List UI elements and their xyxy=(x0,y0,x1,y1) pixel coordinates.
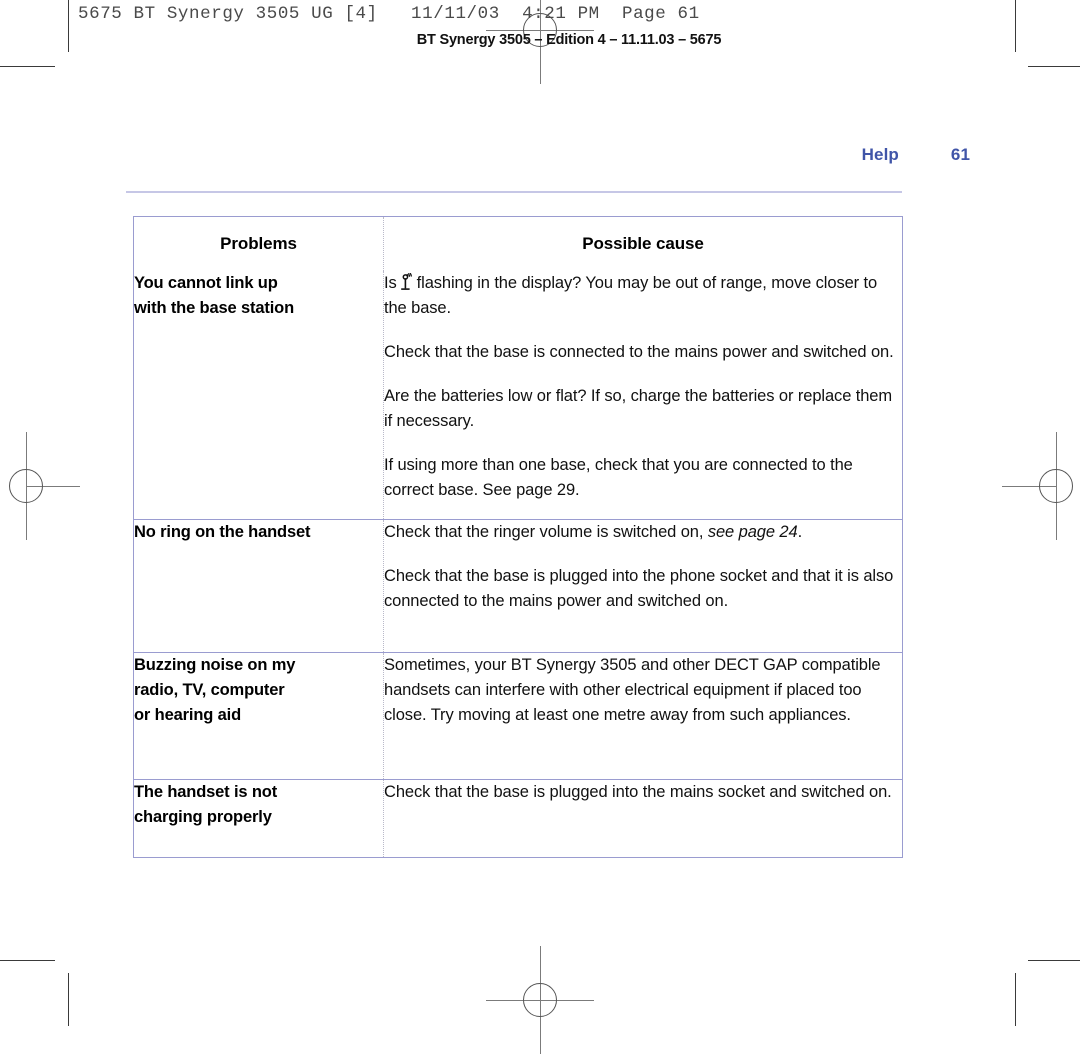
cause-paragraph: Check that the base is plugged into the … xyxy=(384,566,894,610)
cause-text-before-icon: Is xyxy=(384,274,397,292)
cause-text: Is flashing in the display? You may be ou… xyxy=(384,271,902,503)
edition-line: BT Synergy 3505 – Edition 4 – 11.11.03 –… xyxy=(416,32,722,48)
table-header-possible-cause-label: Possible cause xyxy=(582,234,704,253)
cause-paragraph: Check that the base is connected to the … xyxy=(384,343,894,361)
page-number: 61 xyxy=(950,145,970,164)
problem-line: with the base station xyxy=(134,299,295,317)
problem-cell: You cannot link up with the base station xyxy=(134,271,384,519)
problem-line: charging properly xyxy=(134,807,272,826)
problem-line: Buzzing noise on my xyxy=(134,655,296,674)
problem-label: The handset is not charging properly xyxy=(134,780,383,830)
troubleshooting-table: Problems Possible cause You cannot link … xyxy=(133,216,903,858)
crop-mark-bottom-left-horizontal xyxy=(0,960,55,961)
problem-line: The handset is not xyxy=(134,782,278,801)
edition-line-wrapper: BT Synergy 3505 – Edition 4 – 11.11.03 –… xyxy=(0,32,1080,48)
cause-paragraph: Check that the ringer volume is switched… xyxy=(384,520,902,545)
cause-text: Sometimes, your BT Synergy 3505 and othe… xyxy=(384,653,902,728)
problem-line: or hearing aid xyxy=(134,705,242,724)
table-header-possible-cause: Possible cause xyxy=(383,216,903,271)
cause-cell: Is flashing in the display? You may be ou… xyxy=(383,271,903,519)
cause-paragraph: Are the batteries low or flat? If so, ch… xyxy=(384,387,893,430)
cause-text: Check that the ringer volume is switched… xyxy=(384,520,902,614)
problem-cell: The handset is not charging properly xyxy=(133,778,384,857)
problem-line: radio, TV, computer xyxy=(134,680,285,699)
running-head-label: Help xyxy=(861,145,899,164)
table-row: The handset is not charging properly Che… xyxy=(133,778,903,857)
crop-mark-bottom-right-horizontal xyxy=(1028,960,1080,961)
problem-label: No ring on the handset xyxy=(134,520,383,545)
table-row: You cannot link up with the base station… xyxy=(134,271,903,519)
cause-text-tail: . xyxy=(797,522,803,541)
table-header-problems: Problems xyxy=(134,217,384,272)
crop-mark-top-left-horizontal xyxy=(0,66,55,67)
table-header-problems-label: Problems xyxy=(220,234,297,253)
cause-text-italic: see page 24 xyxy=(707,522,798,541)
cause-paragraph: If using more than one base, check that … xyxy=(384,456,853,499)
cause-cell: Sometimes, your BT Synergy 3505 and othe… xyxy=(383,651,903,779)
problem-label: Buzzing noise on my radio, TV, computer … xyxy=(134,653,383,728)
cause-paragraph: Is flashing in the display? You may be ou… xyxy=(384,271,902,321)
crop-mark-top-right-horizontal xyxy=(1028,66,1080,67)
cause-cell: Check that the base is plugged into the … xyxy=(383,778,903,857)
cause-paragraph: Sometimes, your BT Synergy 3505 and othe… xyxy=(384,655,881,724)
table-row: No ring on the handset Check that the ri… xyxy=(133,518,903,652)
antenna-signal-icon xyxy=(399,273,414,292)
cause-text-after-icon: flashing in the display? You may be out … xyxy=(384,274,878,317)
cause-cell: Check that the ringer volume is switched… xyxy=(383,518,903,652)
table-header-row: Problems Possible cause xyxy=(134,216,903,272)
running-head: Help 61 xyxy=(862,145,970,165)
problem-cell: Buzzing noise on my radio, TV, computer … xyxy=(133,651,384,779)
crop-mark-bottom-left-vertical xyxy=(68,973,69,1026)
header-rule xyxy=(126,191,902,193)
problem-line: No ring on the handset xyxy=(134,522,311,541)
problem-cell: No ring on the handset xyxy=(133,518,384,652)
registration-mark-bottom-ring xyxy=(523,983,557,1017)
registration-mark-left-ring xyxy=(9,469,43,503)
problem-label: You cannot link up with the base station xyxy=(134,271,383,321)
registration-mark-right-ring xyxy=(1039,469,1073,503)
cause-text-lead: Check that the ringer volume is switched… xyxy=(384,522,708,541)
crop-mark-bottom-right-vertical xyxy=(1015,973,1016,1026)
cause-text: Check that the base is plugged into the … xyxy=(384,780,902,805)
problem-line: You cannot link up xyxy=(134,274,278,292)
table-row: Buzzing noise on my radio, TV, computer … xyxy=(133,651,903,779)
cause-paragraph: Check that the base is plugged into the … xyxy=(384,782,892,801)
printer-header-line: 5675 BT Synergy 3505 UG [4] 11/11/03 4:2… xyxy=(78,4,700,24)
